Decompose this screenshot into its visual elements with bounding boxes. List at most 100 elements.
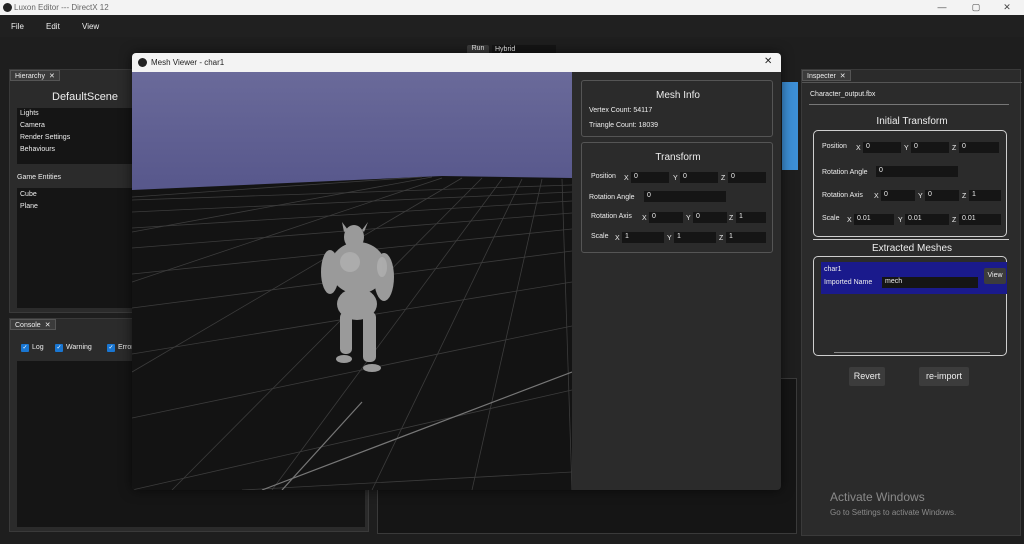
mv-rot-z-input[interactable]: 1 (736, 212, 766, 223)
pos-y-label: Y (904, 145, 909, 152)
mesh-viewport[interactable] (132, 72, 573, 490)
mv-pos-z-label: Z (721, 175, 726, 182)
entities-label: Game Entities (17, 174, 61, 181)
close-window-button[interactable]: ✕ (997, 2, 1017, 13)
menu-view[interactable]: View (82, 22, 99, 31)
transform-section: Transform Position X 0 Y 0 Z 0 Rotation … (581, 142, 773, 253)
hierarchy-panel: Hierarchy ✕ DefaultScene Lights Camera Re… (9, 69, 137, 313)
scene-item-render-settings[interactable]: Render Settings (20, 134, 70, 141)
mv-rot-z-label: Z (729, 215, 734, 222)
error-checkbox[interactable]: ✓ (107, 344, 115, 352)
log-checkbox[interactable]: ✓ (21, 344, 29, 352)
menu-edit[interactable]: Edit (46, 22, 60, 31)
scene-item-camera[interactable]: Camera (20, 122, 45, 129)
minimize-button[interactable]: — (932, 2, 952, 12)
mesh-name: char1 (824, 266, 842, 273)
mv-scale-x-input[interactable]: 1 (622, 232, 664, 243)
menu-file[interactable]: File (11, 22, 24, 31)
view-button[interactable]: View (984, 268, 1006, 284)
maximize-button[interactable]: ▢ (966, 2, 986, 13)
mv-pos-z-input[interactable]: 0 (728, 172, 766, 183)
extracted-meshes-title: Extracted Meshes (871, 243, 953, 254)
entities-list: Cube Plane (17, 188, 137, 308)
mv-rot-x-input[interactable]: 0 (649, 212, 683, 223)
pos-x-input[interactable]: 0 (863, 142, 901, 153)
rot-x-label: X (874, 193, 879, 200)
scale-y-label: Y (898, 217, 903, 224)
divider (802, 82, 1022, 83)
triangle-count: Triangle Count: 18039 (589, 122, 659, 129)
tab-inspector[interactable]: Inspecter ✕ (802, 70, 851, 81)
mv-scale-y-input[interactable]: 1 (674, 232, 716, 243)
tab-hierarchy[interactable]: Hierarchy ✕ (10, 70, 60, 81)
extracted-meshes-frame: char1 Imported Name mech View (813, 256, 1007, 356)
inspector-panel: Inspecter ✕ Character_output.fbx Initial … (801, 69, 1022, 536)
menu-bar: File Edit View (0, 15, 1024, 37)
mv-pos-x-input[interactable]: 0 (631, 172, 669, 183)
inspected-file: Character_output.fbx (810, 91, 876, 98)
mv-scale-z-input[interactable]: 1 (726, 232, 766, 243)
mesh-info-title: Mesh Info (656, 90, 700, 101)
mv-scale-z-label: Z (719, 235, 724, 242)
tab-hierarchy-label: Hierarchy (15, 73, 45, 80)
scale-y-input[interactable]: 0.01 (905, 214, 949, 225)
tab-console[interactable]: Console ✕ (10, 319, 56, 330)
activate-windows-subtitle: Go to Settings to activate Windows. (830, 508, 957, 517)
mv-scale-label: Scale (591, 233, 609, 240)
scale-x-input[interactable]: 0.01 (854, 214, 894, 225)
revert-button[interactable]: Revert (849, 367, 885, 386)
mv-rotation-axis-label: Rotation Axis (591, 213, 632, 220)
initial-transform-title: Initial Transform (876, 116, 948, 127)
viewport-render (132, 72, 573, 490)
scene-item-lights[interactable]: Lights (20, 110, 39, 117)
rotation-angle-label: Rotation Angle (822, 169, 868, 176)
position-label: Position (822, 143, 847, 150)
scene-item-behaviours[interactable]: Behaviours (20, 146, 55, 153)
rot-z-input[interactable]: 1 (969, 190, 1001, 201)
scale-x-label: X (847, 217, 852, 224)
close-icon[interactable]: ✕ (45, 322, 51, 329)
imported-name-input[interactable]: mech (882, 277, 978, 288)
mesh-viewer-close-button[interactable]: ✕ (764, 56, 772, 67)
mv-position-label: Position (591, 173, 616, 180)
entity-plane[interactable]: Plane (20, 203, 38, 210)
tab-console-label: Console (15, 322, 41, 329)
rotation-angle-input[interactable]: 0 (876, 166, 958, 177)
warning-checkbox[interactable]: ✓ (55, 344, 63, 352)
rot-x-input[interactable]: 0 (881, 190, 915, 201)
warning-label: Warning (66, 344, 92, 351)
mv-rotation-angle-input[interactable]: 0 (644, 191, 726, 202)
close-icon[interactable]: ✕ (840, 73, 846, 80)
mv-rot-y-input[interactable]: 0 (693, 212, 727, 223)
mesh-info-section: Mesh Info Vertex Count: 54117 Triangle C… (581, 80, 773, 137)
mesh-viewer-titlebar: Mesh Viewer - char1 ✕ (132, 53, 781, 72)
app-icon (3, 3, 12, 12)
scale-z-input[interactable]: 0.01 (959, 214, 1001, 225)
mv-scale-y-label: Y (667, 235, 672, 242)
mesh-list-item[interactable]: char1 Imported Name mech View (821, 262, 1007, 294)
mv-rot-x-label: X (642, 215, 647, 222)
pos-y-input[interactable]: 0 (911, 142, 949, 153)
imported-name-label: Imported Name (824, 279, 873, 286)
mv-pos-x-label: X (624, 175, 629, 182)
mv-pos-y-input[interactable]: 0 (680, 172, 718, 183)
scene-title: DefaultScene (52, 91, 119, 103)
close-icon[interactable]: ✕ (49, 73, 55, 80)
initial-transform-frame: Position X 0 Y 0 Z 0 Rotation Angle 0 Ro… (813, 130, 1007, 237)
reimport-button[interactable]: re-import (919, 367, 969, 386)
app-icon (138, 58, 147, 67)
scene-items-list: Lights Camera Render Settings Behaviours (17, 108, 137, 164)
scale-z-label: Z (952, 217, 957, 224)
pos-z-input[interactable]: 0 (959, 142, 999, 153)
entity-cube[interactable]: Cube (20, 191, 37, 198)
rotation-axis-label: Rotation Axis (822, 192, 863, 199)
scale-label: Scale (822, 215, 840, 222)
mv-rot-y-label: Y (686, 215, 691, 222)
window-title: Luxon Editor --- DirectX 12 (14, 3, 109, 12)
mv-scale-x-label: X (615, 235, 620, 242)
activate-windows-title: Activate Windows (830, 490, 925, 504)
pos-x-label: X (856, 145, 861, 152)
window-titlebar: Luxon Editor --- DirectX 12 — ▢ ✕ (0, 0, 1024, 15)
mv-pos-y-label: Y (673, 175, 678, 182)
rot-y-input[interactable]: 0 (925, 190, 959, 201)
